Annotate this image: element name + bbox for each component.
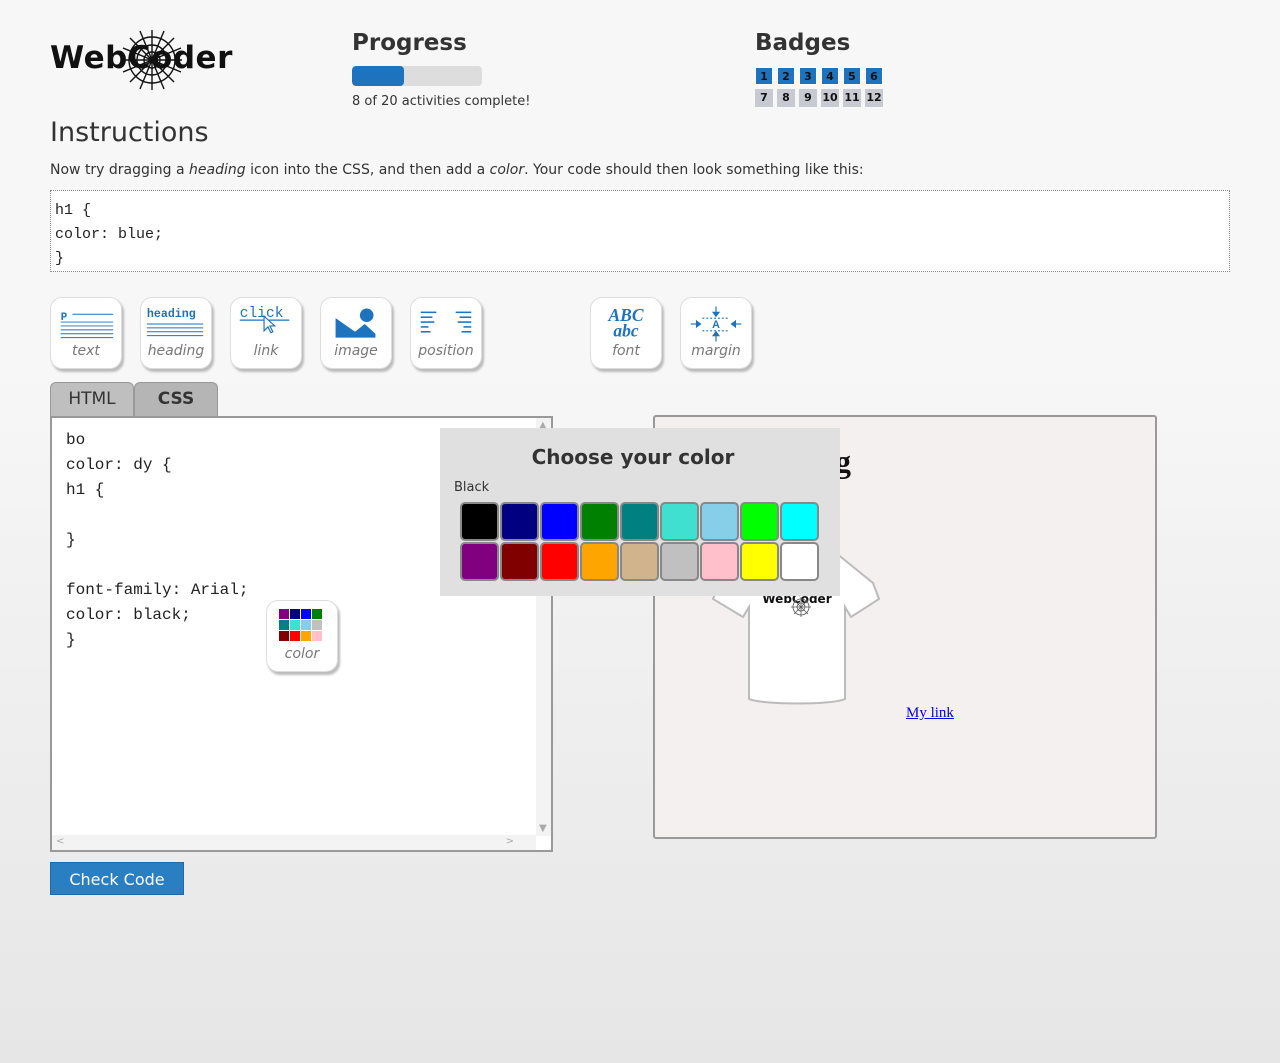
code-sample-line: h1 { <box>55 202 92 219</box>
color-swatch[interactable] <box>620 502 659 541</box>
palette-cell <box>301 620 311 630</box>
selected-color-label: Black <box>454 480 490 495</box>
preview-link[interactable]: My link <box>906 705 954 722</box>
badge: 2 <box>777 67 795 85</box>
color-swatch[interactable] <box>540 502 579 541</box>
tool-label: heading <box>147 343 205 359</box>
spider-web-icon <box>122 30 182 90</box>
horizontal-scrollbar[interactable]: < > <box>52 835 536 850</box>
editor-code[interactable]: bo color: dy { h1 { } font-family: Arial… <box>66 428 248 653</box>
progress-title: Progress <box>352 30 467 56</box>
palette-cell <box>290 631 300 641</box>
color-swatch[interactable] <box>460 542 499 581</box>
color-swatch[interactable] <box>620 542 659 581</box>
badge: 4 <box>821 67 839 85</box>
badge: 12 <box>865 89 883 107</box>
tool-margin[interactable]: A margin <box>680 297 752 369</box>
badge: 9 <box>799 89 817 107</box>
margin-icon: A <box>690 306 742 342</box>
tool-position[interactable]: position <box>410 297 482 369</box>
color-swatch[interactable] <box>580 502 619 541</box>
color-swatch[interactable] <box>780 542 819 581</box>
color-swatch[interactable] <box>660 502 699 541</box>
tool-label: color <box>284 646 320 662</box>
palette-cell <box>312 609 322 619</box>
scroll-left-icon[interactable]: < <box>56 836 64 847</box>
tool-image[interactable]: image <box>320 297 392 369</box>
heading-icon: heading <box>147 307 204 337</box>
palette-cell <box>279 620 289 630</box>
palette-cell <box>290 620 300 630</box>
color-swatch[interactable] <box>740 502 779 541</box>
color-swatch[interactable] <box>700 542 739 581</box>
badge: 1 <box>755 67 773 85</box>
palette-cell <box>279 631 289 641</box>
badge: 3 <box>799 67 817 85</box>
tool-font[interactable]: ABC abc font <box>590 297 662 369</box>
font-icon: ABC abc <box>607 305 643 341</box>
link-icon: click <box>239 306 290 334</box>
palette-cell <box>290 609 300 619</box>
paragraph-icon: P <box>61 312 114 339</box>
palette-cell <box>312 620 322 630</box>
tool-label: margin <box>691 343 741 359</box>
color-swatch[interactable] <box>780 502 819 541</box>
scroll-down-icon[interactable]: ▼ <box>539 823 547 834</box>
tab-css[interactable]: CSS <box>134 382 218 416</box>
color-swatch[interactable] <box>500 542 539 581</box>
code-sample-line: } <box>55 250 65 267</box>
code-sample-line: color: blue; <box>55 226 164 243</box>
svg-text:A: A <box>712 319 720 331</box>
tool-heading[interactable]: heading heading <box>140 297 212 369</box>
tool-link[interactable]: click link <box>230 297 302 369</box>
color-swatch[interactable] <box>700 502 739 541</box>
badges-title: Badges <box>755 30 851 56</box>
image-icon <box>335 308 376 338</box>
badge: 7 <box>755 89 773 107</box>
progress-text: 8 of 20 activities complete! <box>352 94 531 109</box>
check-code-button[interactable]: Check Code <box>50 862 184 895</box>
color-swatch[interactable] <box>660 542 699 581</box>
palette-cell <box>312 631 322 641</box>
progress-bar <box>352 66 482 86</box>
palette-cell <box>279 609 289 619</box>
color-swatch[interactable] <box>740 542 779 581</box>
palette-cell <box>301 609 311 619</box>
instructions-title: Instructions <box>50 117 209 148</box>
code-sample: h1 { color: blue; } <box>50 190 1230 272</box>
color-swatch[interactable] <box>500 502 539 541</box>
webcoder-logo: WebCoder <box>50 28 232 92</box>
color-swatch[interactable] <box>540 542 579 581</box>
tool-label: text <box>72 343 100 359</box>
svg-text:heading: heading <box>147 307 196 321</box>
tool-label: font <box>612 343 640 359</box>
tool-label: position <box>418 343 474 359</box>
badge: 11 <box>843 89 861 107</box>
position-icon <box>420 311 472 333</box>
svg-text:abc: abc <box>613 321 639 341</box>
tool-label: image <box>334 343 378 359</box>
tool-color[interactable]: color <box>266 600 338 672</box>
palette-cell <box>301 631 311 641</box>
color-swatch[interactable] <box>580 542 619 581</box>
color-picker-popup: Choose your color Black <box>440 428 840 596</box>
scroll-right-icon[interactable]: > <box>506 836 514 847</box>
badge: 5 <box>843 67 861 85</box>
color-picker-title: Choose your color <box>531 445 735 469</box>
badge: 6 <box>865 67 883 85</box>
badge: 8 <box>777 89 795 107</box>
progress-fill <box>352 66 404 86</box>
color-swatch[interactable] <box>460 502 499 541</box>
tab-html[interactable]: HTML <box>50 382 134 416</box>
tool-text[interactable]: P text <box>50 297 122 369</box>
instructions-text: Now try dragging a heading icon into the… <box>50 162 864 178</box>
badge: 10 <box>821 89 839 107</box>
tool-label: link <box>253 343 279 359</box>
